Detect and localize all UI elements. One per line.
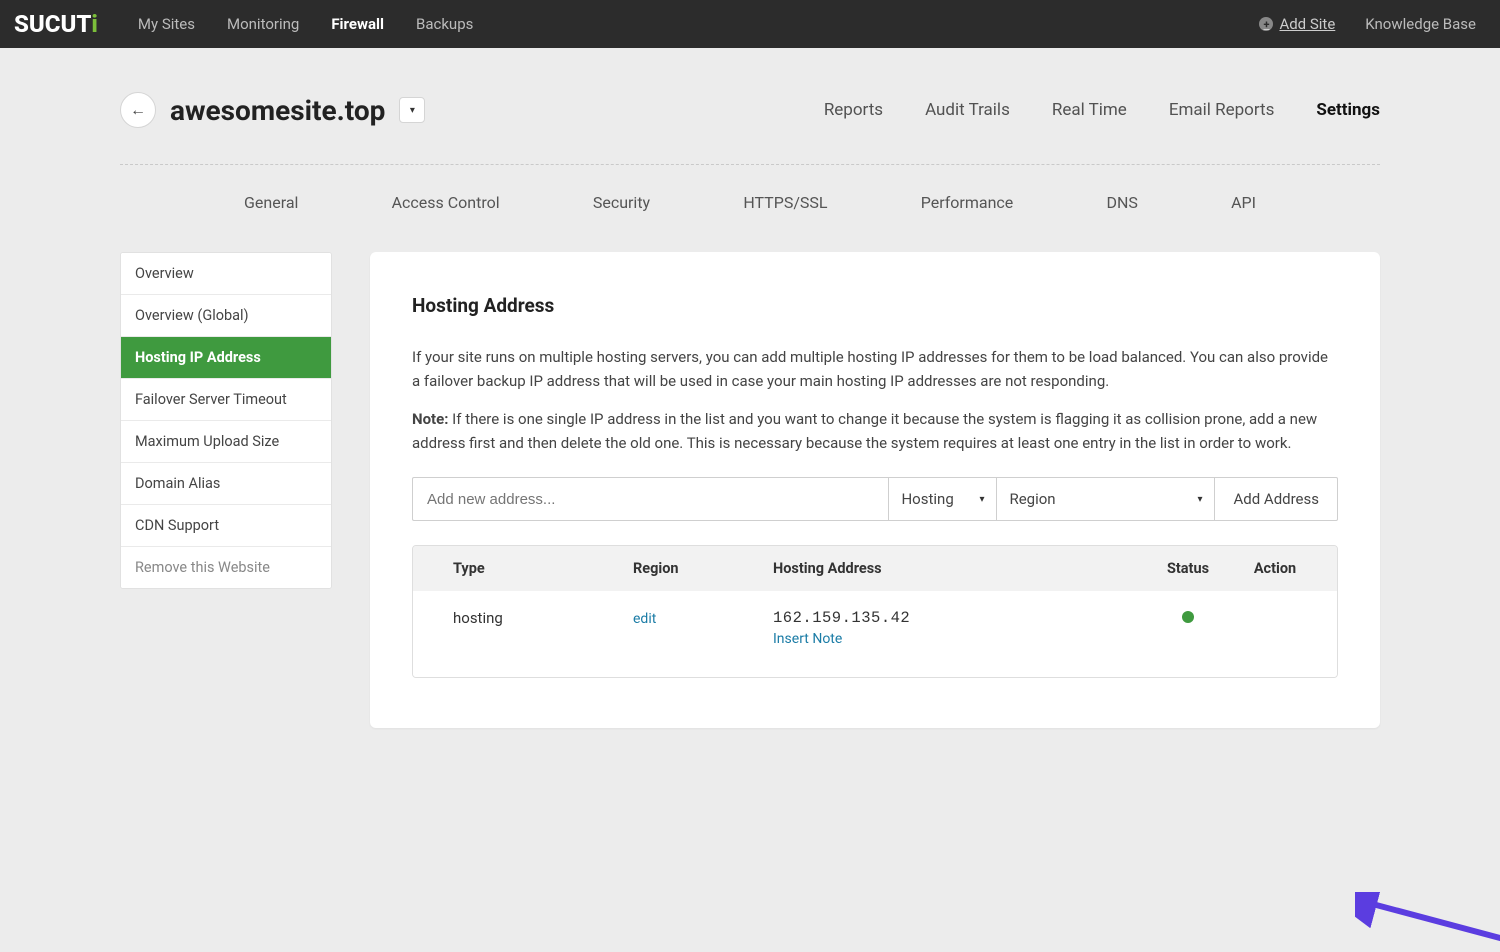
side-remove-website[interactable]: Remove this Website <box>121 547 331 588</box>
chevron-down-icon: ▾ <box>1197 494 1202 505</box>
top-right: + Add Site Knowledge Base <box>1259 15 1476 33</box>
add-site-link[interactable]: + Add Site <box>1259 15 1335 33</box>
main-panel: Hosting Address If your site runs on mul… <box>370 252 1380 728</box>
region-select-label: Region <box>1009 490 1055 508</box>
chevron-down-icon: ▾ <box>410 105 415 116</box>
type-select[interactable]: Hosting ▾ <box>888 477 996 521</box>
table-row: hosting edit 162.159.135.42 Insert Note <box>413 591 1337 677</box>
subnav-access-control[interactable]: Access Control <box>392 193 500 212</box>
logo-text: SUCUT <box>14 10 91 38</box>
status-ok-icon <box>1182 611 1194 623</box>
side-cdn-support[interactable]: CDN Support <box>121 505 331 547</box>
side-domain-alias[interactable]: Domain Alias <box>121 463 331 505</box>
site-header-left: ← awesomesite.top ▾ <box>120 92 425 128</box>
content-columns: Overview Overview (Global) Hosting IP Ad… <box>120 252 1380 728</box>
arrow-left-icon: ← <box>130 100 146 120</box>
note-label: Note: <box>412 410 448 428</box>
side-max-upload[interactable]: Maximum Upload Size <box>121 421 331 463</box>
cell-address: 162.159.135.42 Insert Note <box>773 609 1123 647</box>
cell-region: edit <box>633 609 773 627</box>
header-divider <box>120 164 1380 165</box>
ip-value: 162.159.135.42 <box>773 609 1123 627</box>
subnav-security[interactable]: Security <box>593 193 650 212</box>
annotation-arrow <box>1355 892 1500 952</box>
topnav-monitoring[interactable]: Monitoring <box>227 15 299 33</box>
chevron-down-icon: ▾ <box>979 494 984 505</box>
page-nav: Reports Audit Trails Real Time Email Rep… <box>824 100 1380 120</box>
add-address-row: Hosting ▾ Region ▾ Add Address <box>412 477 1338 521</box>
insert-note-link[interactable]: Insert Note <box>773 631 1123 647</box>
general-sidebar: Overview Overview (Global) Hosting IP Ad… <box>120 252 332 589</box>
site-name: awesomesite.top <box>170 94 385 127</box>
th-type: Type <box>453 560 633 577</box>
th-region: Region <box>633 560 773 577</box>
pagenav-settings[interactable]: Settings <box>1316 100 1380 120</box>
table-header: Type Region Hosting Address Status Actio… <box>413 546 1337 591</box>
site-dropdown-button[interactable]: ▾ <box>399 97 425 123</box>
topnav-my-sites[interactable]: My Sites <box>138 15 195 33</box>
hosting-table: Type Region Hosting Address Status Actio… <box>412 545 1338 678</box>
add-site-label: Add Site <box>1279 15 1335 33</box>
intro-paragraph: If your site runs on multiple hosting se… <box>412 345 1338 393</box>
cell-status <box>1123 609 1253 627</box>
panel-heading: Hosting Address <box>412 294 1338 317</box>
side-failover[interactable]: Failover Server Timeout <box>121 379 331 421</box>
region-select[interactable]: Region ▾ <box>996 477 1214 521</box>
type-select-label: Hosting <box>901 490 953 508</box>
pagenav-audit-trails[interactable]: Audit Trails <box>925 100 1010 120</box>
cell-type: hosting <box>453 609 633 627</box>
side-overview[interactable]: Overview <box>121 253 331 295</box>
side-hosting-ip[interactable]: Hosting IP Address <box>121 337 331 379</box>
page-wrap: ← awesomesite.top ▾ Reports Audit Trails… <box>120 48 1380 728</box>
pagenav-reports[interactable]: Reports <box>824 100 883 120</box>
topnav-backups[interactable]: Backups <box>416 15 473 33</box>
pagenav-email-reports[interactable]: Email Reports <box>1169 100 1275 120</box>
logo-accent: i <box>91 10 97 38</box>
top-nav: My Sites Monitoring Firewall Backups <box>138 15 473 33</box>
note-text: If there is one single IP address in the… <box>412 410 1317 452</box>
subnav-dns[interactable]: DNS <box>1106 193 1137 212</box>
subnav-https-ssl[interactable]: HTTPS/SSL <box>743 193 827 212</box>
pagenav-real-time[interactable]: Real Time <box>1052 100 1127 120</box>
th-addr: Hosting Address <box>773 560 1123 577</box>
back-button[interactable]: ← <box>120 92 156 128</box>
topnav-firewall[interactable]: Firewall <box>331 15 384 33</box>
edit-region-link[interactable]: edit <box>633 611 656 627</box>
settings-subnav: General Access Control Security HTTPS/SS… <box>120 193 1380 212</box>
th-action: Action <box>1253 560 1297 577</box>
add-address-button[interactable]: Add Address <box>1214 477 1338 521</box>
th-status: Status <box>1123 560 1253 577</box>
logo: SUCUTi <box>14 10 98 38</box>
subnav-api[interactable]: API <box>1231 193 1256 212</box>
side-overview-global[interactable]: Overview (Global) <box>121 295 331 337</box>
plus-icon: + <box>1259 17 1273 31</box>
new-address-input[interactable] <box>412 477 888 521</box>
knowledge-base-link[interactable]: Knowledge Base <box>1365 15 1476 33</box>
topbar: SUCUTi My Sites Monitoring Firewall Back… <box>0 0 1500 48</box>
subnav-performance[interactable]: Performance <box>921 193 1014 212</box>
note-paragraph: Note: If there is one single IP address … <box>412 407 1338 455</box>
subnav-general[interactable]: General <box>244 193 298 212</box>
site-header: ← awesomesite.top ▾ Reports Audit Trails… <box>120 92 1380 128</box>
add-address-label: Add Address <box>1233 490 1319 508</box>
